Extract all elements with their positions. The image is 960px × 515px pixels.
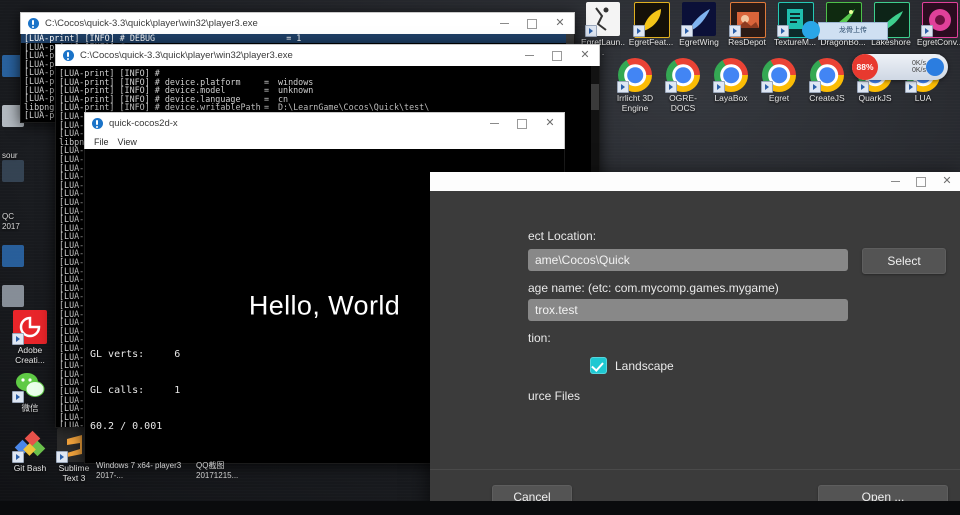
- windows-taskbar[interactable]: [0, 501, 960, 515]
- menu-item-file[interactable]: File: [94, 137, 109, 147]
- egret-launcher-icon: [585, 2, 620, 37]
- console-back-titlebar[interactable]: C:\Cocos\quick-3.3\quick\player\win32\pl…: [20, 12, 575, 34]
- desktop-icon-label: Irrlicht 3D Engine: [616, 93, 654, 113]
- egret-feather-icon: [633, 2, 670, 38]
- desktop-icon-chrome-icon[interactable]: Egret: [756, 58, 802, 104]
- maximize-button[interactable]: [518, 13, 546, 34]
- close-button[interactable]: ✕: [536, 113, 564, 134]
- orientation-label: tion:: [528, 331, 551, 345]
- select-button[interactable]: Select: [862, 248, 946, 274]
- player-app-icon: [63, 50, 74, 61]
- res-depot-icon: [729, 2, 766, 38]
- desktop-icon-chrome-icon[interactable]: CreateJS: [804, 58, 850, 104]
- quick-cocos2dx-app-icon: [92, 118, 103, 129]
- chrome-icon: [713, 58, 748, 93]
- game-window-menubar[interactable]: File View: [84, 134, 565, 149]
- landscape-label: Landscape: [615, 359, 674, 373]
- chrome-icon: [665, 58, 700, 93]
- project-location-input[interactable]: ame\Cocos\Quick: [528, 249, 848, 271]
- desktop-icon-occluded[interactable]: [2, 245, 24, 267]
- wechat-icon: [12, 368, 47, 403]
- desktop-icon-label: EgretWing: [679, 37, 719, 47]
- popup-action-icon[interactable]: [926, 58, 944, 76]
- console-back-title: C:\Cocos\quick-3.3\quick\player\win32\pl…: [45, 18, 258, 29]
- menu-item-view[interactable]: View: [118, 137, 137, 147]
- dragonbones-cloud-icon: [802, 21, 820, 39]
- adobe-creative-cloud-icon: [12, 310, 47, 345]
- close-button[interactable]: ✕: [571, 45, 599, 66]
- desktop-icon-occluded[interactable]: [2, 160, 24, 182]
- gl-stats-overlay: GL verts: 6 GL calls: 1 60.2 / 0.001: [90, 325, 180, 457]
- battery-speed-popup[interactable]: 88% 0K/s 0K/s: [852, 54, 948, 80]
- dialog-titlebar[interactable]: ✕: [430, 172, 960, 191]
- console-line-value: D:\LearnGame\Cocos\Quick\test\: [278, 102, 430, 113]
- maximize-button[interactable]: [543, 45, 571, 66]
- desktop-icon-label: QuarkJS: [858, 93, 892, 103]
- minimize-button[interactable]: [480, 113, 508, 134]
- desktop-icon-label: EgretFeat...: [628, 37, 674, 47]
- desktop-icon-label: Adobe Creati...: [15, 345, 45, 365]
- dragonbones-tooltip-chip: 龙骨上传: [818, 22, 888, 40]
- git-bash-icon: [12, 428, 47, 463]
- chrome-icon: [809, 58, 844, 93]
- egret-wing-icon: [681, 2, 716, 37]
- taskbar-label-qq-screenshot: QQ截图 20171215...: [196, 461, 239, 480]
- gl-verts-line: GL verts: 6: [90, 349, 181, 360]
- chrome-icon: [761, 58, 796, 93]
- desktop-icon-label: Git Bash: [13, 463, 47, 473]
- egret-converter-icon: [921, 2, 958, 38]
- desktop-icon-label: TextureM...: [773, 37, 817, 47]
- console-front-titlebar[interactable]: C:\Cocos\quick-3.3\quick\player\win32\pl…: [55, 44, 600, 66]
- maximize-button[interactable]: [508, 113, 536, 134]
- desktop-label-partial-qc: QC 2017: [2, 212, 20, 231]
- desktop-label-partial-sour: sour: [2, 151, 18, 160]
- desktop-icon-egret-wing-icon[interactable]: EgretWing: [676, 2, 722, 48]
- gl-calls-line: GL calls: 1: [90, 385, 181, 396]
- console-front-title: C:\Cocos\quick-3.3\quick\player\win32\pl…: [80, 50, 293, 61]
- source-files-label: urce Files: [528, 389, 581, 403]
- desktop-icon-label: CreateJS: [809, 93, 845, 103]
- taskbar-label-windows7: Windows 7 x64-2017-...: [96, 461, 153, 480]
- close-button[interactable]: ✕: [546, 13, 574, 34]
- desktop-icon-egret-feather-icon[interactable]: EgretFeat...: [628, 2, 674, 48]
- desktop-icon-occluded[interactable]: [2, 285, 24, 307]
- player-app-icon: [28, 18, 39, 29]
- project-location-label: ect Location:: [528, 229, 597, 243]
- game-window-title: quick-cocos2d-x: [109, 118, 178, 129]
- desktop-icon-egret-converter-icon[interactable]: EgretConv...: [916, 2, 960, 57]
- desktop-icon-label: OGRE-DOCS: [669, 93, 697, 113]
- package-name-label: age name: (etc: com.mycomp.games.mygame): [528, 281, 779, 295]
- desktop-icon-res-depot-icon[interactable]: ResDepot: [724, 2, 770, 48]
- desktop-icon-label: Egret: [768, 93, 790, 103]
- maximize-button[interactable]: [908, 172, 934, 191]
- desktop-icon-adobe-creative-cloud-icon[interactable]: Adobe Creati...: [8, 310, 52, 365]
- network-up-speed: 0K/s: [911, 60, 926, 67]
- desktop-icon-chrome-icon[interactable]: LayaBox: [708, 58, 754, 104]
- desktop-icon-wechat-icon[interactable]: 微信: [8, 368, 52, 414]
- dialog-body: ect Location: ame\Cocos\Quick Select age…: [430, 191, 960, 515]
- desktop-icon-git-bash-icon[interactable]: Git Bash: [8, 428, 52, 474]
- taskbar-label-player3: player3: [155, 461, 182, 470]
- close-button[interactable]: ✕: [934, 172, 960, 191]
- desktop-icon-label: Sublime Text 3: [58, 463, 90, 483]
- new-project-dialog[interactable]: ✕ ect Location: ame\Cocos\Quick Select a…: [430, 172, 960, 515]
- game-window-titlebar[interactable]: quick-cocos2d-x ✕: [84, 112, 565, 134]
- minimize-button[interactable]: [490, 13, 518, 34]
- desktop-icon-chrome-icon[interactable]: Irrlicht 3D Engine: [612, 58, 658, 113]
- desktop-icon-chrome-icon[interactable]: OGRE-DOCS: [660, 58, 706, 113]
- desktop-icon-label: 微信: [21, 403, 39, 413]
- network-down-speed: 0K/s: [911, 67, 926, 74]
- chrome-icon: [617, 58, 652, 93]
- dialog-divider: [430, 469, 960, 470]
- landscape-checkbox[interactable]: [590, 357, 607, 374]
- battery-percent-badge: 88%: [852, 54, 878, 80]
- gl-fps-line: 60.2 / 0.001: [90, 421, 163, 432]
- package-name-input[interactable]: trox.test: [528, 299, 848, 321]
- desktop-icon-label: LUA: [914, 93, 932, 103]
- minimize-button[interactable]: [882, 172, 908, 191]
- desktop-icon-label: ResDepot: [728, 37, 766, 47]
- desktop-icon-label: LayaBox: [714, 93, 748, 103]
- minimize-button[interactable]: [515, 45, 543, 66]
